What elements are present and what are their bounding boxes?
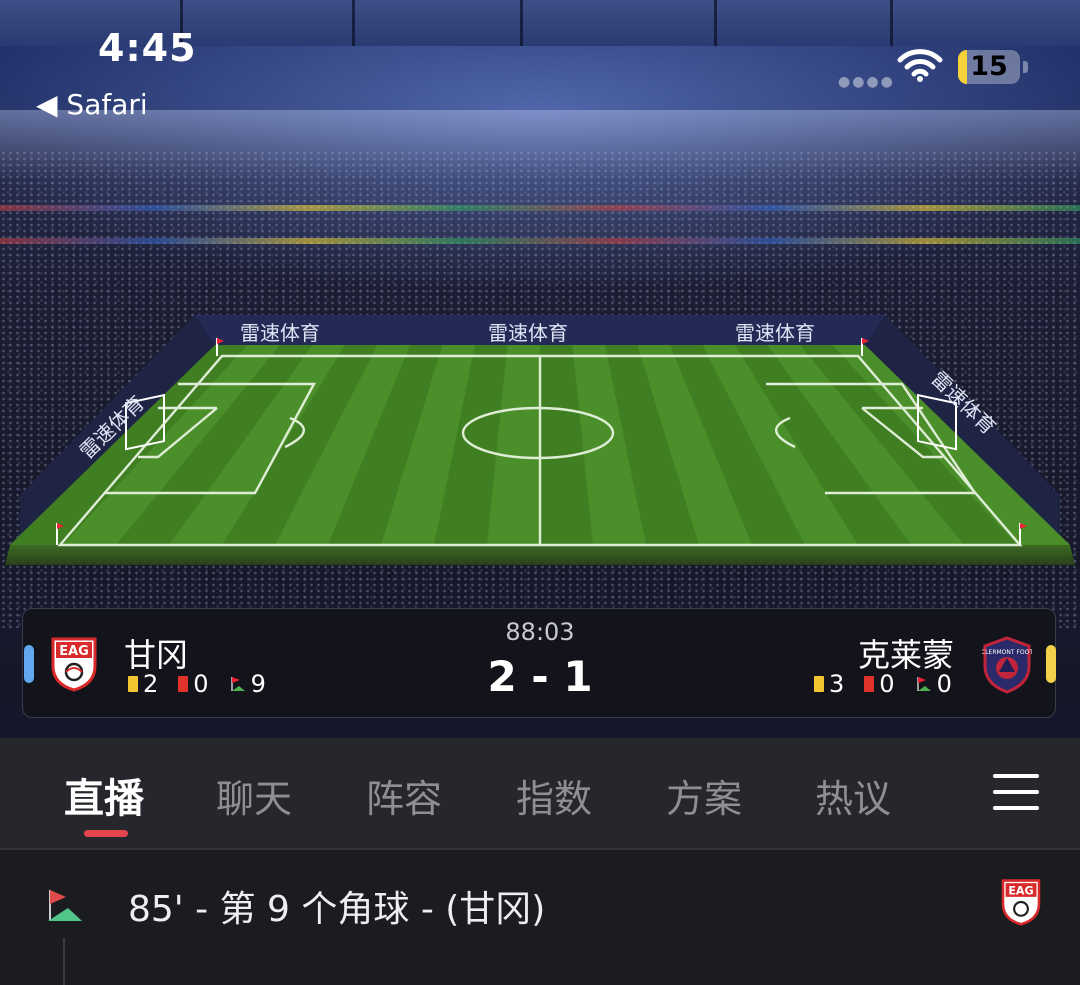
tab-live[interactable]: 直播 bbox=[64, 766, 144, 824]
tab-discussion[interactable]: 热议 bbox=[815, 768, 891, 823]
battery-icon: 15 bbox=[958, 50, 1020, 84]
away-yellow-cards: 3 bbox=[829, 670, 845, 698]
pitch-diagram: 雷速体育 雷速体育 雷速体育 雷速体育 雷速体育 bbox=[5, 315, 1075, 565]
svg-text:EAG: EAG bbox=[59, 644, 89, 659]
ad-board-center: 雷速体育 bbox=[488, 321, 568, 345]
match-score: 2 - 1 bbox=[487, 652, 593, 701]
away-corners: 0 bbox=[936, 670, 952, 698]
menu-icon[interactable] bbox=[993, 772, 1039, 812]
ad-board-left: 雷速体育 bbox=[240, 321, 320, 345]
away-team-stats: 3 0 0 bbox=[814, 670, 952, 698]
battery-percent: 15 bbox=[970, 51, 1008, 82]
svg-text:EAG: EAG bbox=[1008, 884, 1033, 897]
corner-flag-icon bbox=[48, 890, 82, 921]
yellow-card-icon bbox=[814, 676, 824, 692]
home-yellow-cards: 2 bbox=[143, 670, 159, 698]
home-red-cards: 0 bbox=[193, 670, 209, 698]
wifi-icon bbox=[897, 49, 943, 82]
svg-text:CLERMONT FOOT: CLERMONT FOOT bbox=[982, 649, 1032, 656]
red-card-icon bbox=[864, 676, 875, 692]
match-clock: 88:03 bbox=[505, 618, 575, 646]
yellow-card-icon bbox=[128, 676, 138, 692]
tab-odds[interactable]: 指数 bbox=[516, 768, 592, 823]
red-card-icon bbox=[178, 676, 189, 692]
corner-icon bbox=[230, 677, 245, 691]
event-description: 85' - 第 9 个角球 - (甘冈) bbox=[128, 889, 546, 930]
active-tab-indicator bbox=[84, 830, 128, 837]
tab-plans[interactable]: 方案 bbox=[666, 768, 742, 823]
home-corners: 9 bbox=[250, 670, 266, 698]
home-team-stats: 2 0 9 bbox=[128, 670, 286, 698]
back-to-safari-link[interactable]: ◀ Safari bbox=[36, 88, 148, 121]
away-team-crest-icon[interactable]: CLERMONT FOOT bbox=[982, 636, 1032, 694]
away-accent-bar bbox=[1046, 645, 1056, 683]
ad-board-right: 雷速体育 bbox=[735, 321, 815, 345]
corner-icon bbox=[916, 677, 931, 691]
tab-chat[interactable]: 聊天 bbox=[216, 768, 292, 823]
cellular-signal-icon: ●●●● bbox=[838, 74, 895, 90]
tab-lineup[interactable]: 阵容 bbox=[366, 768, 442, 823]
status-time: 4:45 bbox=[98, 26, 197, 70]
timeline-line bbox=[63, 938, 65, 985]
home-team-crest-icon[interactable]: EAG bbox=[50, 636, 98, 692]
home-accent-bar bbox=[24, 645, 34, 683]
event-team-crest-icon: EAG bbox=[1001, 879, 1041, 926]
away-red-cards: 0 bbox=[879, 670, 895, 698]
